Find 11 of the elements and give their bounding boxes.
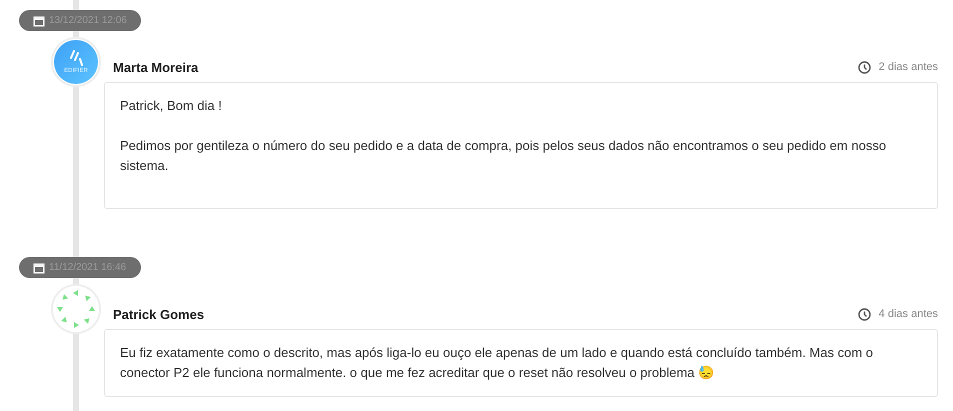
time-ago: 2 dias antes — [878, 60, 938, 76]
clock-icon — [858, 308, 871, 321]
author-name: Marta Moreira — [113, 58, 198, 77]
clock-icon — [858, 61, 871, 74]
calendar-icon — [33, 14, 45, 26]
time-ago: 4 dias antes — [878, 307, 938, 322]
message-text: Eu fiz exatamente como o descrito, mas após liga-lo eu ouço ele apenas de um lado e quando está concluído também. Mas com o conector P2 ele funciona normalmente. o que me fez acreditar que o reset não resolveu o problema 😓 — [120, 344, 874, 382]
message-text: Patrick, Bom dia ! — [120, 97, 223, 115]
author-name: Patrick Gomes — [113, 306, 204, 324]
calendar-icon — [33, 262, 45, 274]
message-text: Pedimos por gentileza o número do seu pedido e a data de compra, pois pelos seus dados não encontramos o seu pedido em nosso sistema. — [120, 137, 888, 175]
